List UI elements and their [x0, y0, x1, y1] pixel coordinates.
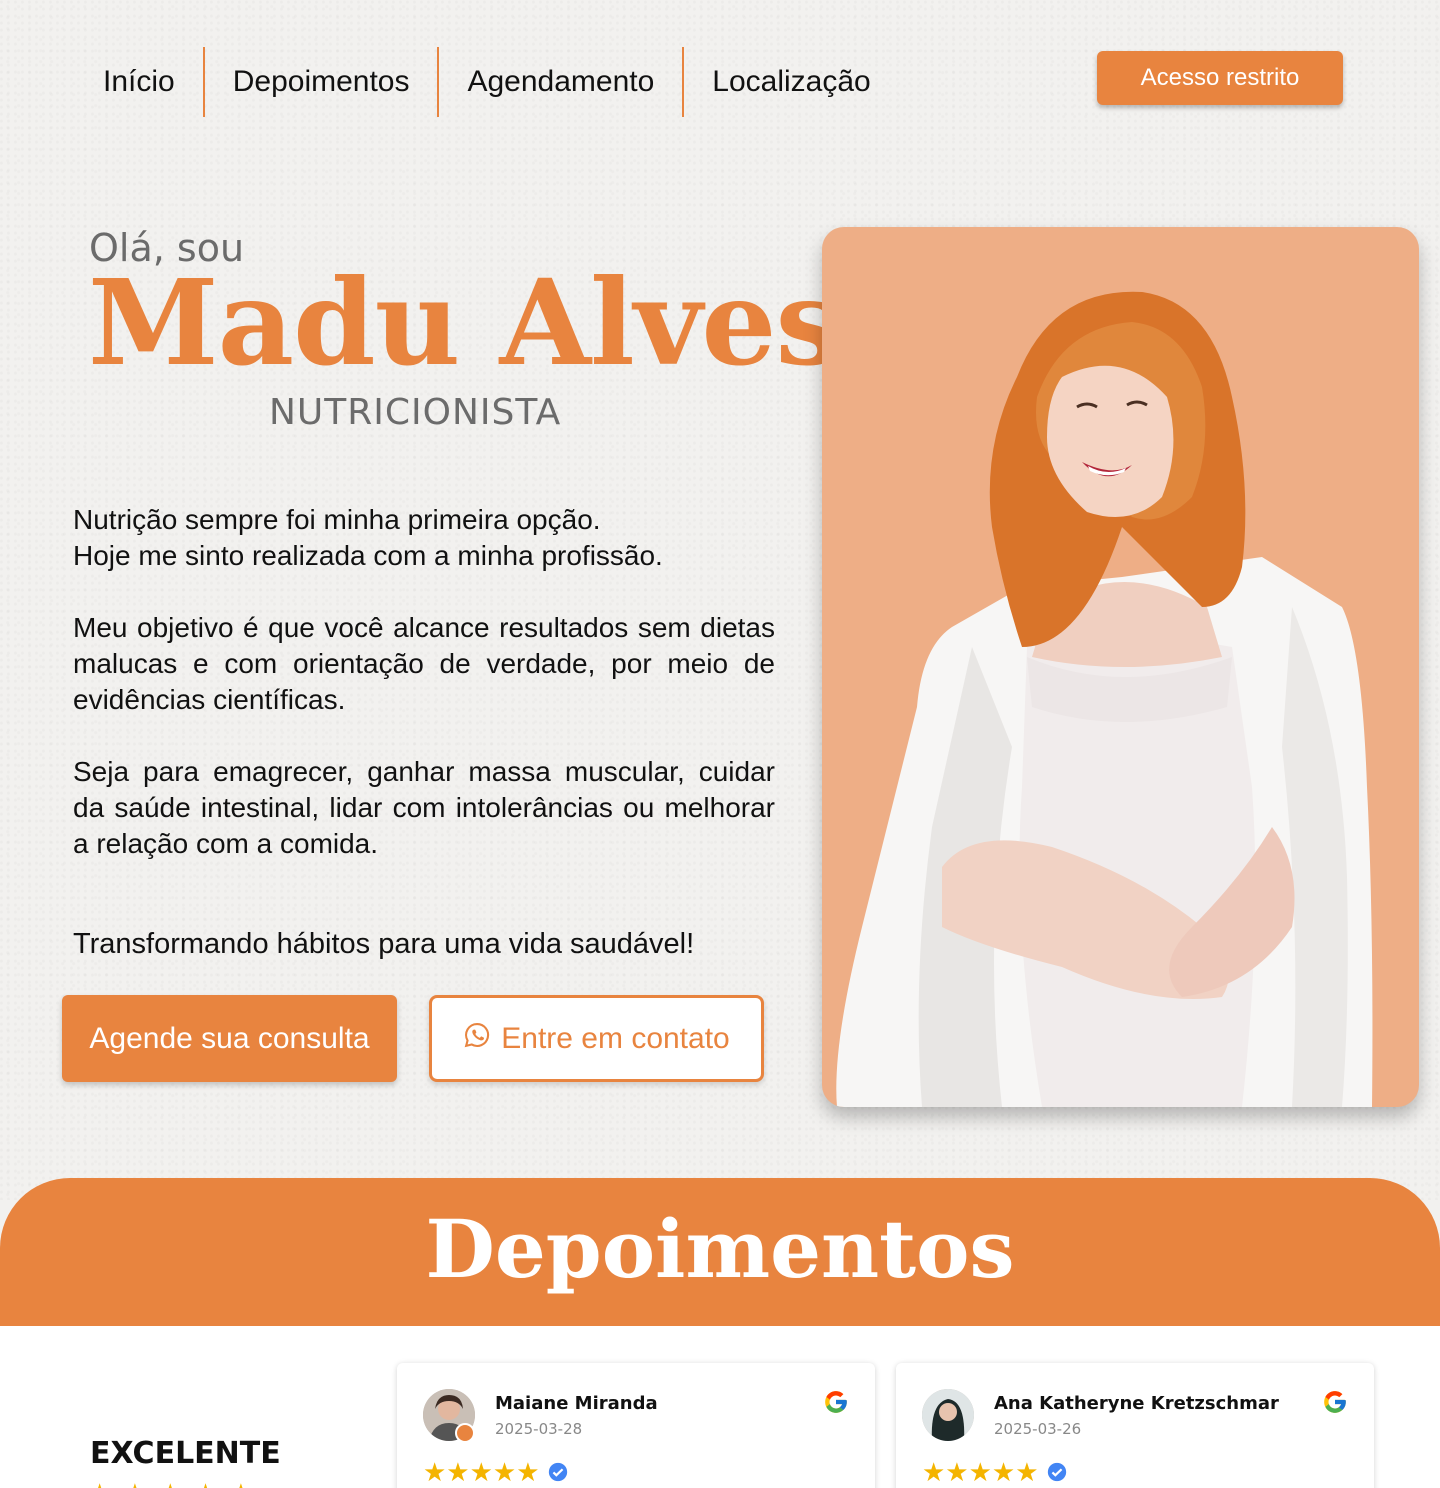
verified-badge-icon — [1047, 1462, 1067, 1482]
nav-item-depoimentos[interactable]: Depoimentos — [205, 47, 438, 117]
review-author: Ana Katheryne Kretzschmar — [994, 1393, 1279, 1414]
testimonials-title: Depoimentos — [425, 1202, 1015, 1296]
overall-rating-label: EXCELENTE — [90, 1436, 281, 1471]
review-author: Maiane Miranda — [495, 1393, 658, 1414]
google-icon — [825, 1391, 847, 1413]
contact-button-label: Entre em contato — [501, 1021, 730, 1055]
nav-item-agendamento[interactable]: Agendamento — [439, 47, 682, 117]
hero-name: Madu Alves — [88, 253, 842, 392]
main-nav: Início Depoimentos Agendamento Localizaç… — [75, 47, 899, 117]
bio-paragraph: Nutrição sempre foi minha primeira opção… — [73, 504, 663, 571]
profile-photo — [822, 227, 1419, 1107]
nav-item-inicio[interactable]: Início — [75, 47, 203, 117]
review-date: 2025-03-28 — [495, 1420, 583, 1438]
review-card[interactable]: Ana Katheryne Kretzschmar 2025-03-26 ★★★… — [896, 1363, 1374, 1488]
hero-role: NUTRICIONISTA — [269, 392, 562, 433]
bio-paragraph: Meu objetivo é que você alcance resultad… — [73, 612, 775, 715]
whatsapp-icon — [463, 1021, 491, 1057]
avatar — [922, 1389, 974, 1441]
reviewer-badge-icon — [455, 1423, 475, 1443]
review-stars: ★★★★★ — [922, 1457, 1039, 1487]
hero-bio: Nutrição sempre foi minha primeira opção… — [73, 502, 775, 898]
overall-rating-stars: ★★★★★ — [88, 1478, 265, 1488]
nav-item-localizacao[interactable]: Localização — [684, 47, 898, 117]
schedule-consultation-button[interactable]: Agende sua consulta — [62, 995, 397, 1082]
hero-tagline: Transformando hábitos para uma vida saud… — [73, 928, 695, 960]
review-stars: ★★★★★ — [423, 1457, 540, 1487]
bio-paragraph: Seja para emagrecer, ganhar massa muscul… — [73, 756, 775, 859]
review-date: 2025-03-26 — [994, 1420, 1082, 1438]
google-icon — [1324, 1391, 1346, 1413]
review-card[interactable]: Maiane Miranda 2025-03-28 ★★★★★ — [397, 1363, 875, 1488]
restricted-access-button[interactable]: Acesso restrito — [1097, 51, 1343, 105]
verified-badge-icon — [548, 1462, 568, 1482]
contact-button[interactable]: Entre em contato — [429, 995, 764, 1082]
